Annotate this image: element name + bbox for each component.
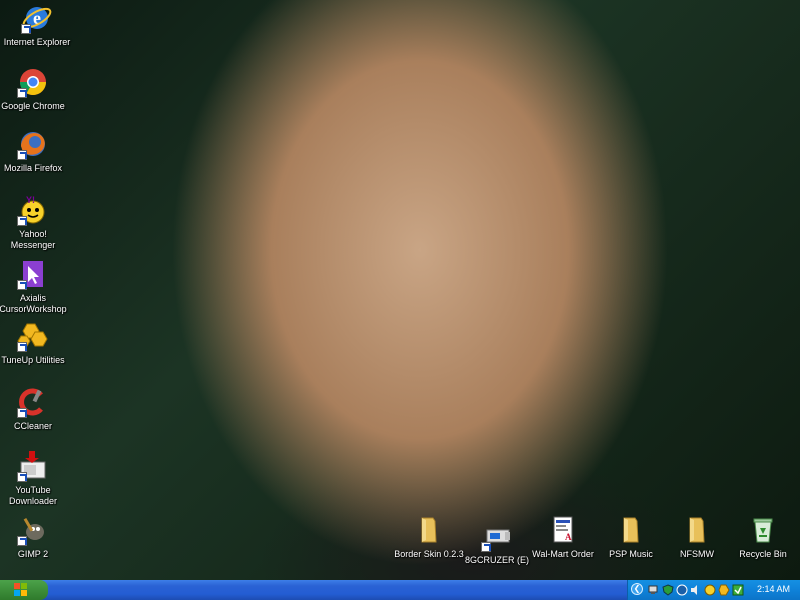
folder-icon [681,514,713,546]
drive-icon [481,520,513,552]
icon-label: YouTube Downloader [8,485,58,506]
desktop-icon-yahoo-messenger[interactable]: Y! Yahoo! Messenger [0,194,70,251]
tuneup-icon [17,320,49,352]
icon-label: CCleaner [13,421,53,431]
youtube-downloader-icon [17,450,49,482]
shortcut-arrow-icon [17,472,27,482]
icon-label: Yahoo! Messenger [10,229,56,250]
volume-icon[interactable] [690,584,702,596]
desktop-icon-google-chrome[interactable]: Google Chrome [0,66,70,112]
folder-icon [413,514,445,546]
desktop-icon-psp-music[interactable]: PSP Music [594,514,668,560]
desktop-icon-youtube-downloader[interactable]: YouTube Downloader [0,450,70,507]
document-icon: A [547,514,579,546]
icon-label: Border Skin 0.2.3 [394,549,464,559]
windows-flag-icon [14,583,27,596]
icon-label: Axialis CursorWorkshop [0,293,67,314]
taskbar: ❮ 2:14 AM [0,580,800,600]
icon-label: Mozilla Firefox [3,163,62,173]
desktop-icon-ccleaner[interactable]: CCleaner [0,386,70,432]
desktop-icon-wal-mart-order[interactable]: A Wal-Mart Order [526,514,600,560]
folder-icon [615,514,647,546]
shortcut-arrow-icon [17,536,27,546]
desktop-icon-axialis-cursorworkshop[interactable]: Axialis CursorWorkshop [0,258,70,315]
update-icon[interactable] [732,584,744,596]
show-hidden-icons-chevron-icon[interactable]: ❮ [631,583,643,595]
cursor-workshop-icon [17,258,49,290]
icon-label: Recycle Bin [739,549,787,559]
firefox-icon [17,128,49,160]
tuneup-tray-icon[interactable] [718,584,730,596]
chat-icon[interactable] [704,584,716,596]
shortcut-arrow-icon [17,342,27,352]
system-tray: ❮ 2:14 AM [627,580,800,600]
internet-explorer-icon: e [21,2,53,34]
antivirus-icon[interactable] [676,584,688,596]
desktop-icon-recycle-bin[interactable]: Recycle Bin [726,514,800,560]
icon-label: PSP Music [609,549,653,559]
recycle-bin-icon [747,514,779,546]
shortcut-arrow-icon [21,24,31,34]
desktop-icon-tuneup-utilities[interactable]: TuneUp Utilities [0,320,70,366]
google-chrome-icon [17,66,49,98]
clock[interactable]: 2:14 AM [757,584,790,594]
icon-label: Google Chrome [1,101,65,111]
desktop-icon-mozilla-firefox[interactable]: Mozilla Firefox [0,128,70,174]
icon-label: NFSMW [680,549,714,559]
desktop: e Internet Explorer Google Chrome Mozill… [0,0,800,580]
shortcut-arrow-icon [17,216,27,226]
desktop-icon-nfsmw[interactable]: NFSMW [660,514,734,560]
desktop-icon-internet-explorer[interactable]: e Internet Explorer [0,2,74,48]
desktop-icon-gimp[interactable]: GIMP 2 [0,514,70,560]
ccleaner-icon [17,386,49,418]
yahoo-messenger-icon: Y! [17,194,49,226]
icon-label: Internet Explorer [3,37,71,47]
svg-text:A: A [565,532,572,542]
shortcut-arrow-icon [17,88,27,98]
desktop-icon-8gcruzer[interactable]: 8GCRUZER (E) [460,520,534,566]
shortcut-arrow-icon [17,280,27,290]
svg-text:Y!: Y! [26,195,35,205]
desktop-icon-border-skin[interactable]: Border Skin 0.2.3 [392,514,466,560]
icon-label: 8GCRUZER (E) [464,555,529,565]
shortcut-arrow-icon [17,150,27,160]
icon-label: GIMP 2 [17,549,49,559]
shortcut-arrow-icon [17,408,27,418]
icon-label: Wal-Mart Order [532,549,594,559]
icon-label: TuneUp Utilities [1,355,65,365]
shortcut-arrow-icon [481,542,491,552]
shield-icon[interactable] [662,584,674,596]
start-button[interactable] [0,580,48,600]
gimp-icon [17,514,49,546]
network-icon[interactable] [648,584,660,596]
